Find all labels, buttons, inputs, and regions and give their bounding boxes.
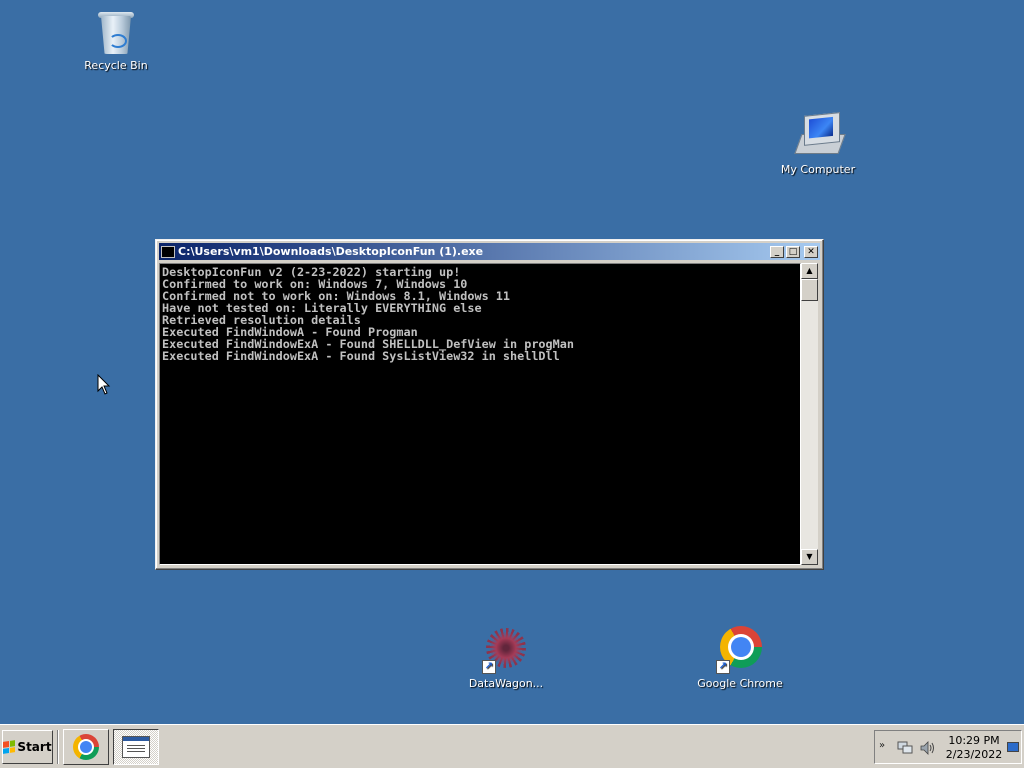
window-titlebar[interactable]: C:\Users\vm1\Downloads\DesktopIconFun (1… bbox=[159, 243, 820, 260]
desktop-icon-label: Google Chrome bbox=[697, 677, 783, 690]
desktop-icon-datawagon[interactable]: ↗ DataWagon... bbox=[461, 626, 551, 690]
desktop-icon-label: Recycle Bin bbox=[84, 59, 148, 72]
minimize-button[interactable]: _ bbox=[770, 245, 784, 258]
console-icon bbox=[161, 245, 175, 258]
console-icon bbox=[122, 736, 150, 758]
network-icon[interactable] bbox=[897, 741, 913, 755]
console-output[interactable]: DesktopIconFun v2 (2-23-2022) starting u… bbox=[159, 263, 801, 565]
shortcut-arrow-icon: ↗ bbox=[482, 660, 496, 674]
desktop-icon-label: DataWagon... bbox=[468, 677, 544, 690]
desktop-icon-my-computer[interactable]: My Computer bbox=[773, 112, 863, 176]
taskbar-separator bbox=[57, 730, 59, 764]
clock-date: 2/23/2022 bbox=[945, 748, 1003, 761]
console-line: Executed FindWindowExA - Found SysListVi… bbox=[162, 349, 560, 363]
shortcut-arrow-icon: ↗ bbox=[716, 660, 730, 674]
vertical-scrollbar[interactable]: ▲ ▼ bbox=[801, 263, 818, 565]
clock[interactable]: 10:29 PM 2/23/2022 bbox=[939, 734, 1009, 762]
clock-time: 10:29 PM bbox=[948, 734, 1000, 747]
computer-icon bbox=[794, 112, 846, 160]
start-button[interactable]: Start bbox=[2, 730, 53, 764]
close-button[interactable]: ✕ bbox=[804, 245, 818, 258]
tray-expand-button[interactable]: » bbox=[879, 740, 885, 751]
show-desktop-icon[interactable] bbox=[1007, 742, 1019, 752]
taskbar-app-console[interactable] bbox=[113, 729, 159, 765]
scroll-down-button[interactable]: ▼ bbox=[801, 549, 818, 565]
chrome-icon: ↗ bbox=[716, 626, 764, 674]
console-window[interactable]: C:\Users\vm1\Downloads\DesktopIconFun (1… bbox=[155, 239, 824, 570]
taskbar-app-chrome[interactable] bbox=[63, 729, 109, 765]
maximize-button[interactable]: □ bbox=[786, 245, 800, 258]
recycle-bin-icon bbox=[92, 8, 140, 56]
windows-flag-icon bbox=[3, 740, 16, 754]
chrome-icon bbox=[73, 734, 99, 760]
system-tray: » 10:29 PM 2/23/2022 bbox=[874, 730, 1022, 764]
scroll-up-button[interactable]: ▲ bbox=[801, 263, 818, 279]
mouse-cursor-icon bbox=[97, 374, 111, 395]
desktop-icon-google-chrome[interactable]: ↗ Google Chrome bbox=[695, 626, 785, 690]
datawagon-icon: ↗ bbox=[482, 626, 530, 674]
taskbar: Start » 10:29 PM 2/23/2022 bbox=[0, 724, 1024, 768]
start-label: Start bbox=[17, 740, 52, 754]
desktop-icon-recycle-bin[interactable]: Recycle Bin bbox=[71, 8, 161, 72]
desktop-icon-label: My Computer bbox=[780, 163, 856, 176]
scroll-thumb[interactable] bbox=[801, 279, 818, 301]
volume-icon[interactable] bbox=[919, 740, 937, 756]
window-title: C:\Users\vm1\Downloads\DesktopIconFun (1… bbox=[178, 245, 484, 258]
